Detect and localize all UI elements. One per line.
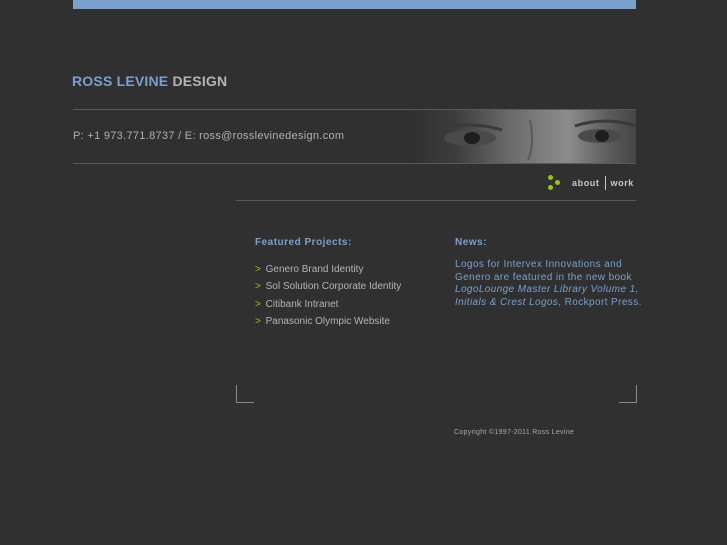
featured-projects-list: > Genero Brand Identity > Sol Solution C… xyxy=(255,263,401,332)
featured-projects-heading: Featured Projects: xyxy=(255,237,352,248)
copyright-text: Copyright ©1997-2011 Ross Levine xyxy=(454,429,575,436)
logo-name: ROSS LEVINE xyxy=(72,73,169,89)
project-link[interactable]: > Panasonic Olympic Website xyxy=(255,315,401,332)
news-heading: News: xyxy=(455,237,487,248)
logo-design: DESIGN xyxy=(172,73,228,89)
project-link[interactable]: > Genero Brand Identity xyxy=(255,263,401,280)
nav-work-link[interactable]: work xyxy=(611,178,634,188)
arrow-icon: > xyxy=(255,264,261,275)
nav-about-link[interactable]: about xyxy=(572,178,600,188)
contact-info: P: +1 973.771.8737 / E: ross@rosslevined… xyxy=(73,130,345,142)
project-link[interactable]: > Sol Solution Corporate Identity xyxy=(255,280,401,297)
arrow-icon: > xyxy=(255,298,261,310)
divider-content xyxy=(236,200,636,201)
dots-icon xyxy=(548,175,564,191)
main-nav: about work xyxy=(548,175,634,191)
project-link[interactable]: > Citibank Intranet xyxy=(255,298,401,315)
arrow-icon: > xyxy=(255,281,261,293)
corner-bracket-right xyxy=(619,385,637,403)
news-text: Logos for Intervex Innovations and Gener… xyxy=(455,259,642,308)
divider-middle xyxy=(73,163,636,164)
header-portrait-image xyxy=(410,110,636,163)
site-logo[interactable]: ROSS LEVINE DESIGN xyxy=(72,73,227,89)
arrow-icon: > xyxy=(255,315,261,327)
nav-separator xyxy=(604,176,606,190)
top-accent-bar xyxy=(73,0,636,9)
corner-bracket-left xyxy=(236,385,254,403)
